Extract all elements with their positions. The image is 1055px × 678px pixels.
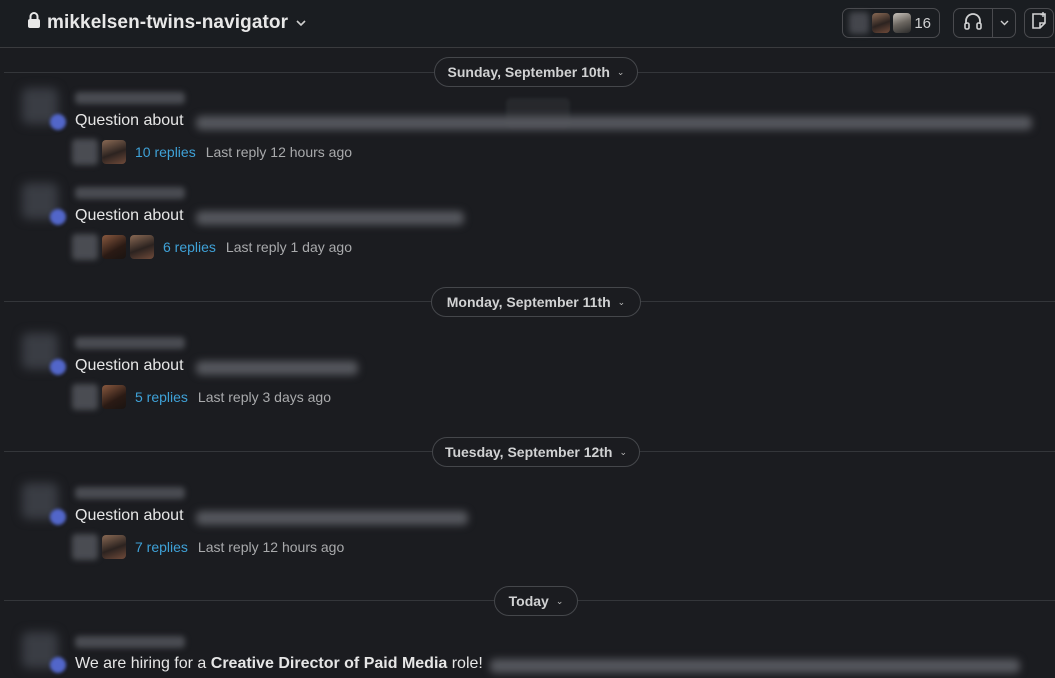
- redacted-text: [196, 116, 1032, 130]
- members-button[interactable]: 16: [842, 8, 940, 38]
- chevron-down-icon: [1000, 18, 1009, 29]
- date-label: Tuesday, September 12th: [444, 444, 613, 460]
- date-label: Monday, September 11th: [446, 294, 611, 310]
- member-avatar: [871, 13, 891, 33]
- chevron-down-icon: ⌄: [617, 296, 626, 307]
- huddle-button[interactable]: [954, 9, 993, 37]
- message-sender[interactable]: [75, 337, 185, 349]
- thread-summary[interactable]: 6 replies Last reply 1 day ago: [72, 234, 352, 260]
- chevron-down-icon: [296, 16, 306, 30]
- date-label: Sunday, September 10th: [447, 64, 610, 80]
- canvas-icon: [1030, 11, 1048, 35]
- chevron-down-icon: ⌄: [616, 66, 625, 77]
- user-badge-icon: [50, 114, 66, 130]
- channel-name: mikkelsen-twins-navigator: [47, 12, 289, 33]
- canvas-button[interactable]: [1024, 8, 1054, 38]
- date-label: Today: [508, 593, 549, 609]
- headphones-icon: [963, 12, 983, 35]
- message-bold-text: Creative Director of Paid Media: [210, 655, 448, 672]
- last-reply-time: Last reply 3 days ago: [197, 389, 332, 405]
- thread-summary[interactable]: 5 replies Last reply 3 days ago: [72, 384, 331, 410]
- date-jump-button[interactable]: Monday, September 11th ⌄: [431, 287, 641, 317]
- last-reply-time: Last reply 12 hours ago: [197, 539, 345, 555]
- chevron-down-icon: ⌄: [555, 595, 564, 606]
- chevron-down-icon: ⌄: [619, 446, 628, 457]
- redacted-text: [490, 659, 1020, 673]
- redacted-text: [196, 511, 468, 525]
- thread-replies-link[interactable]: 10 replies: [135, 144, 196, 160]
- reply-avatar: [102, 385, 126, 409]
- lock-icon: [27, 12, 41, 34]
- thread-summary[interactable]: 10 replies Last reply 12 hours ago: [72, 139, 352, 165]
- huddle-options-button[interactable]: [993, 18, 1015, 29]
- member-avatar: [849, 12, 869, 34]
- reply-avatar: [102, 140, 126, 164]
- user-badge-icon: [50, 359, 66, 375]
- reply-avatar: [72, 534, 98, 560]
- message-sender[interactable]: [75, 636, 185, 648]
- redacted-text: [196, 361, 358, 375]
- message-text: We are hiring for a Creative Director of…: [75, 655, 483, 673]
- message-text-part: We are hiring for a: [75, 655, 211, 672]
- date-jump-button[interactable]: Tuesday, September 12th ⌄: [432, 437, 640, 467]
- thread-replies-link[interactable]: 7 replies: [135, 539, 188, 555]
- last-reply-time: Last reply 1 day ago: [225, 239, 353, 255]
- message-sender[interactable]: [75, 487, 185, 499]
- reply-avatar: [130, 235, 154, 259]
- message-text: Question about: [75, 207, 184, 224]
- thread-replies-link[interactable]: 5 replies: [135, 389, 188, 405]
- message-text: Question about: [75, 357, 184, 374]
- message-text: Question about: [75, 507, 184, 524]
- message-sender[interactable]: [75, 92, 185, 104]
- user-badge-icon: [50, 209, 66, 225]
- reply-avatar: [72, 384, 98, 410]
- user-badge-icon: [50, 509, 66, 525]
- message-text-part: role!: [447, 655, 483, 672]
- date-jump-button[interactable]: Sunday, September 10th ⌄: [434, 57, 638, 87]
- message-text: Question about: [75, 112, 184, 129]
- message-sender[interactable]: [75, 187, 185, 199]
- member-avatar: [893, 13, 912, 33]
- reply-avatar: [102, 235, 126, 259]
- redacted-text: [196, 211, 464, 225]
- channel-header: mikkelsen-twins-navigator 16: [0, 0, 1055, 48]
- thread-summary[interactable]: 7 replies Last reply 12 hours ago: [72, 534, 344, 560]
- reply-avatar: [102, 535, 126, 559]
- member-count: 16: [914, 14, 932, 32]
- huddle-button-group: [953, 8, 1016, 38]
- date-jump-button[interactable]: Today ⌄: [494, 586, 578, 616]
- reply-avatar: [72, 234, 98, 260]
- last-reply-time: Last reply 12 hours ago: [205, 144, 353, 160]
- user-badge-icon: [50, 657, 66, 673]
- thread-replies-link[interactable]: 6 replies: [163, 239, 216, 255]
- reply-avatar: [72, 139, 98, 165]
- channel-name-button[interactable]: mikkelsen-twins-navigator: [27, 10, 306, 36]
